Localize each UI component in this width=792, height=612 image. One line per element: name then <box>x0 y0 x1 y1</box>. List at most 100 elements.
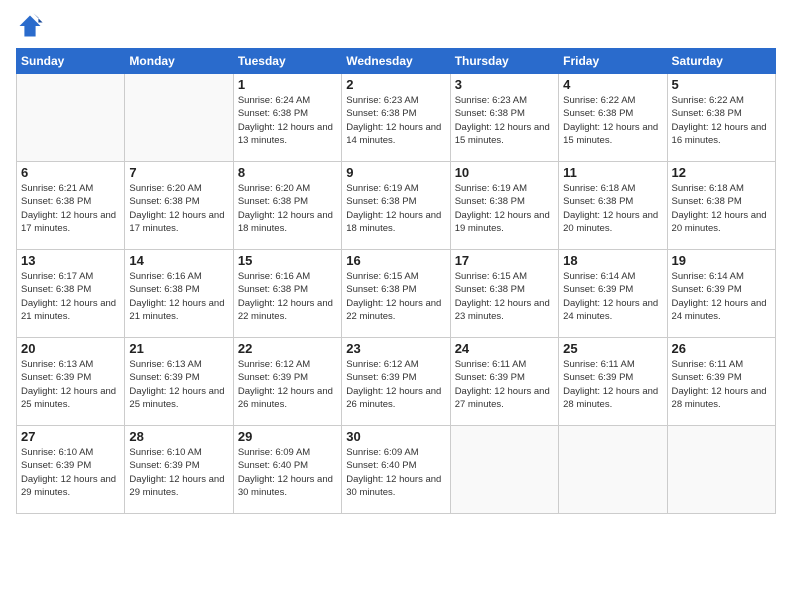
calendar-cell: 18 Sunrise: 6:14 AM Sunset: 6:39 PM Dayli… <box>559 250 667 338</box>
week-row-3: 13 Sunrise: 6:17 AM Sunset: 6:38 PM Dayli… <box>17 250 776 338</box>
calendar-cell <box>559 426 667 514</box>
calendar-cell: 28 Sunrise: 6:10 AM Sunset: 6:39 PM Dayli… <box>125 426 233 514</box>
calendar-cell: 5 Sunrise: 6:22 AM Sunset: 6:38 PM Daylig… <box>667 74 775 162</box>
day-number: 13 <box>21 253 120 268</box>
calendar-cell: 27Sunrise: 6:10 AM Sunset: 6:39 PM Dayli… <box>17 426 125 514</box>
day-info: Sunrise: 6:20 AM Sunset: 6:38 PM Dayligh… <box>238 182 337 235</box>
calendar-cell: 1 Sunrise: 6:24 AM Sunset: 6:38 PM Daylig… <box>233 74 341 162</box>
day-number: 20 <box>21 341 120 356</box>
calendar-cell: 2 Sunrise: 6:23 AM Sunset: 6:38 PM Daylig… <box>342 74 450 162</box>
day-info: Sunrise: 6:12 AM Sunset: 6:39 PM Dayligh… <box>346 358 445 411</box>
day-info: Sunrise: 6:16 AM Sunset: 6:38 PM Dayligh… <box>129 270 228 323</box>
day-number: 5 <box>672 77 771 92</box>
week-row-1: 1 Sunrise: 6:24 AM Sunset: 6:38 PM Daylig… <box>17 74 776 162</box>
week-row-4: 20 Sunrise: 6:13 AM Sunset: 6:39 PM Dayli… <box>17 338 776 426</box>
day-number: 22 <box>238 341 337 356</box>
day-number: 18 <box>563 253 662 268</box>
calendar-cell: 21 Sunrise: 6:13 AM Sunset: 6:39 PM Dayli… <box>125 338 233 426</box>
day-info: Sunrise: 6:23 AM Sunset: 6:38 PM Dayligh… <box>346 94 445 147</box>
day-number: 16 <box>346 253 445 268</box>
day-number: 28 <box>129 429 228 444</box>
calendar-table: SundayMondayTuesdayWednesdayThursdayFrid… <box>16 48 776 514</box>
weekday-header-saturday: Saturday <box>667 49 775 74</box>
weekday-header-wednesday: Wednesday <box>342 49 450 74</box>
weekday-header-friday: Friday <box>559 49 667 74</box>
day-number: 1 <box>238 77 337 92</box>
day-info: Sunrise: 6:18 AM Sunset: 6:38 PM Dayligh… <box>672 182 771 235</box>
day-number: 6 <box>21 165 120 180</box>
day-number: 29 <box>238 429 337 444</box>
day-info: Sunrise: 6:19 AM Sunset: 6:38 PM Dayligh… <box>455 182 554 235</box>
day-info: Sunrise: 6:13 AM Sunset: 6:39 PM Dayligh… <box>129 358 228 411</box>
calendar-cell: 24Sunrise: 6:11 AM Sunset: 6:39 PM Dayli… <box>450 338 558 426</box>
calendar-cell: 3Sunrise: 6:23 AM Sunset: 6:38 PM Daylig… <box>450 74 558 162</box>
day-number: 26 <box>672 341 771 356</box>
day-info: Sunrise: 6:24 AM Sunset: 6:38 PM Dayligh… <box>238 94 337 147</box>
day-info: Sunrise: 6:10 AM Sunset: 6:39 PM Dayligh… <box>129 446 228 499</box>
day-number: 17 <box>455 253 554 268</box>
day-number: 23 <box>346 341 445 356</box>
calendar-cell: 17Sunrise: 6:15 AM Sunset: 6:38 PM Dayli… <box>450 250 558 338</box>
calendar-cell: 13 Sunrise: 6:17 AM Sunset: 6:38 PM Dayli… <box>17 250 125 338</box>
calendar-cell <box>667 426 775 514</box>
day-info: Sunrise: 6:09 AM Sunset: 6:40 PM Dayligh… <box>346 446 445 499</box>
weekday-header-thursday: Thursday <box>450 49 558 74</box>
day-info: Sunrise: 6:18 AM Sunset: 6:38 PM Dayligh… <box>563 182 662 235</box>
week-row-5: 27 Sunrise: 6:10 AM Sunset: 6:39 PM Dayli… <box>17 426 776 514</box>
day-info: Sunrise: 6:09 AM Sunset: 6:40 PM Dayligh… <box>238 446 337 499</box>
day-number: 25 <box>563 341 662 356</box>
day-number: 3 <box>455 77 554 92</box>
day-info: Sunrise: 6:15 AM Sunset: 6:38 PM Dayligh… <box>346 270 445 323</box>
calendar-cell: 11 Sunrise: 6:18 AM Sunset: 6:38 PM Dayli… <box>559 162 667 250</box>
day-info: Sunrise: 6:22 AM Sunset: 6:38 PM Dayligh… <box>672 94 771 147</box>
day-number: 30 <box>346 429 445 444</box>
day-info: Sunrise: 6:21 AM Sunset: 6:38 PM Dayligh… <box>21 182 120 235</box>
day-info: Sunrise: 6:22 AM Sunset: 6:38 PM Dayligh… <box>563 94 662 147</box>
day-number: 8 <box>238 165 337 180</box>
calendar-cell: 9Sunrise: 6:19 AM Sunset: 6:38 PM Daylig… <box>342 162 450 250</box>
day-info: Sunrise: 6:20 AM Sunset: 6:38 PM Dayligh… <box>129 182 228 235</box>
logo <box>16 12 48 40</box>
calendar-cell: 10 Sunrise: 6:19 AM Sunset: 6:38 PM Dayli… <box>450 162 558 250</box>
page: SundayMondayTuesdayWednesdayThursdayFrid… <box>0 0 792 612</box>
calendar-cell <box>125 74 233 162</box>
calendar-cell: 12 Sunrise: 6:18 AM Sunset: 6:38 PM Dayli… <box>667 162 775 250</box>
week-row-2: 6 Sunrise: 6:21 AM Sunset: 6:38 PM Daylig… <box>17 162 776 250</box>
day-number: 4 <box>563 77 662 92</box>
day-info: Sunrise: 6:14 AM Sunset: 6:39 PM Dayligh… <box>563 270 662 323</box>
day-info: Sunrise: 6:16 AM Sunset: 6:38 PM Dayligh… <box>238 270 337 323</box>
day-number: 15 <box>238 253 337 268</box>
calendar-cell: 15 Sunrise: 6:16 AM Sunset: 6:38 PM Dayli… <box>233 250 341 338</box>
calendar-cell: 22 Sunrise: 6:12 AM Sunset: 6:39 PM Dayli… <box>233 338 341 426</box>
day-info: Sunrise: 6:19 AM Sunset: 6:38 PM Dayligh… <box>346 182 445 235</box>
day-number: 2 <box>346 77 445 92</box>
day-info: Sunrise: 6:17 AM Sunset: 6:38 PM Dayligh… <box>21 270 120 323</box>
calendar-cell: 14Sunrise: 6:16 AM Sunset: 6:38 PM Dayli… <box>125 250 233 338</box>
day-number: 10 <box>455 165 554 180</box>
day-number: 12 <box>672 165 771 180</box>
logo-icon <box>16 12 44 40</box>
header <box>16 12 776 40</box>
day-info: Sunrise: 6:14 AM Sunset: 6:39 PM Dayligh… <box>672 270 771 323</box>
calendar-cell <box>450 426 558 514</box>
calendar-cell: 29 Sunrise: 6:09 AM Sunset: 6:40 PM Dayli… <box>233 426 341 514</box>
calendar-cell: 19 Sunrise: 6:14 AM Sunset: 6:39 PM Dayli… <box>667 250 775 338</box>
day-info: Sunrise: 6:11 AM Sunset: 6:39 PM Dayligh… <box>455 358 554 411</box>
day-info: Sunrise: 6:11 AM Sunset: 6:39 PM Dayligh… <box>563 358 662 411</box>
day-info: Sunrise: 6:13 AM Sunset: 6:39 PM Dayligh… <box>21 358 120 411</box>
calendar-cell: 23 Sunrise: 6:12 AM Sunset: 6:39 PM Dayli… <box>342 338 450 426</box>
day-number: 21 <box>129 341 228 356</box>
day-number: 19 <box>672 253 771 268</box>
calendar-cell: 8 Sunrise: 6:20 AM Sunset: 6:38 PM Daylig… <box>233 162 341 250</box>
weekday-header-row: SundayMondayTuesdayWednesdayThursdayFrid… <box>17 49 776 74</box>
day-number: 27 <box>21 429 120 444</box>
day-number: 7 <box>129 165 228 180</box>
calendar-cell: 16 Sunrise: 6:15 AM Sunset: 6:38 PM Dayli… <box>342 250 450 338</box>
day-number: 11 <box>563 165 662 180</box>
weekday-header-monday: Monday <box>125 49 233 74</box>
calendar-cell: 20 Sunrise: 6:13 AM Sunset: 6:39 PM Dayli… <box>17 338 125 426</box>
calendar-cell: 30 Sunrise: 6:09 AM Sunset: 6:40 PM Dayli… <box>342 426 450 514</box>
weekday-header-sunday: Sunday <box>17 49 125 74</box>
day-info: Sunrise: 6:12 AM Sunset: 6:39 PM Dayligh… <box>238 358 337 411</box>
calendar-cell: 25 Sunrise: 6:11 AM Sunset: 6:39 PM Dayli… <box>559 338 667 426</box>
